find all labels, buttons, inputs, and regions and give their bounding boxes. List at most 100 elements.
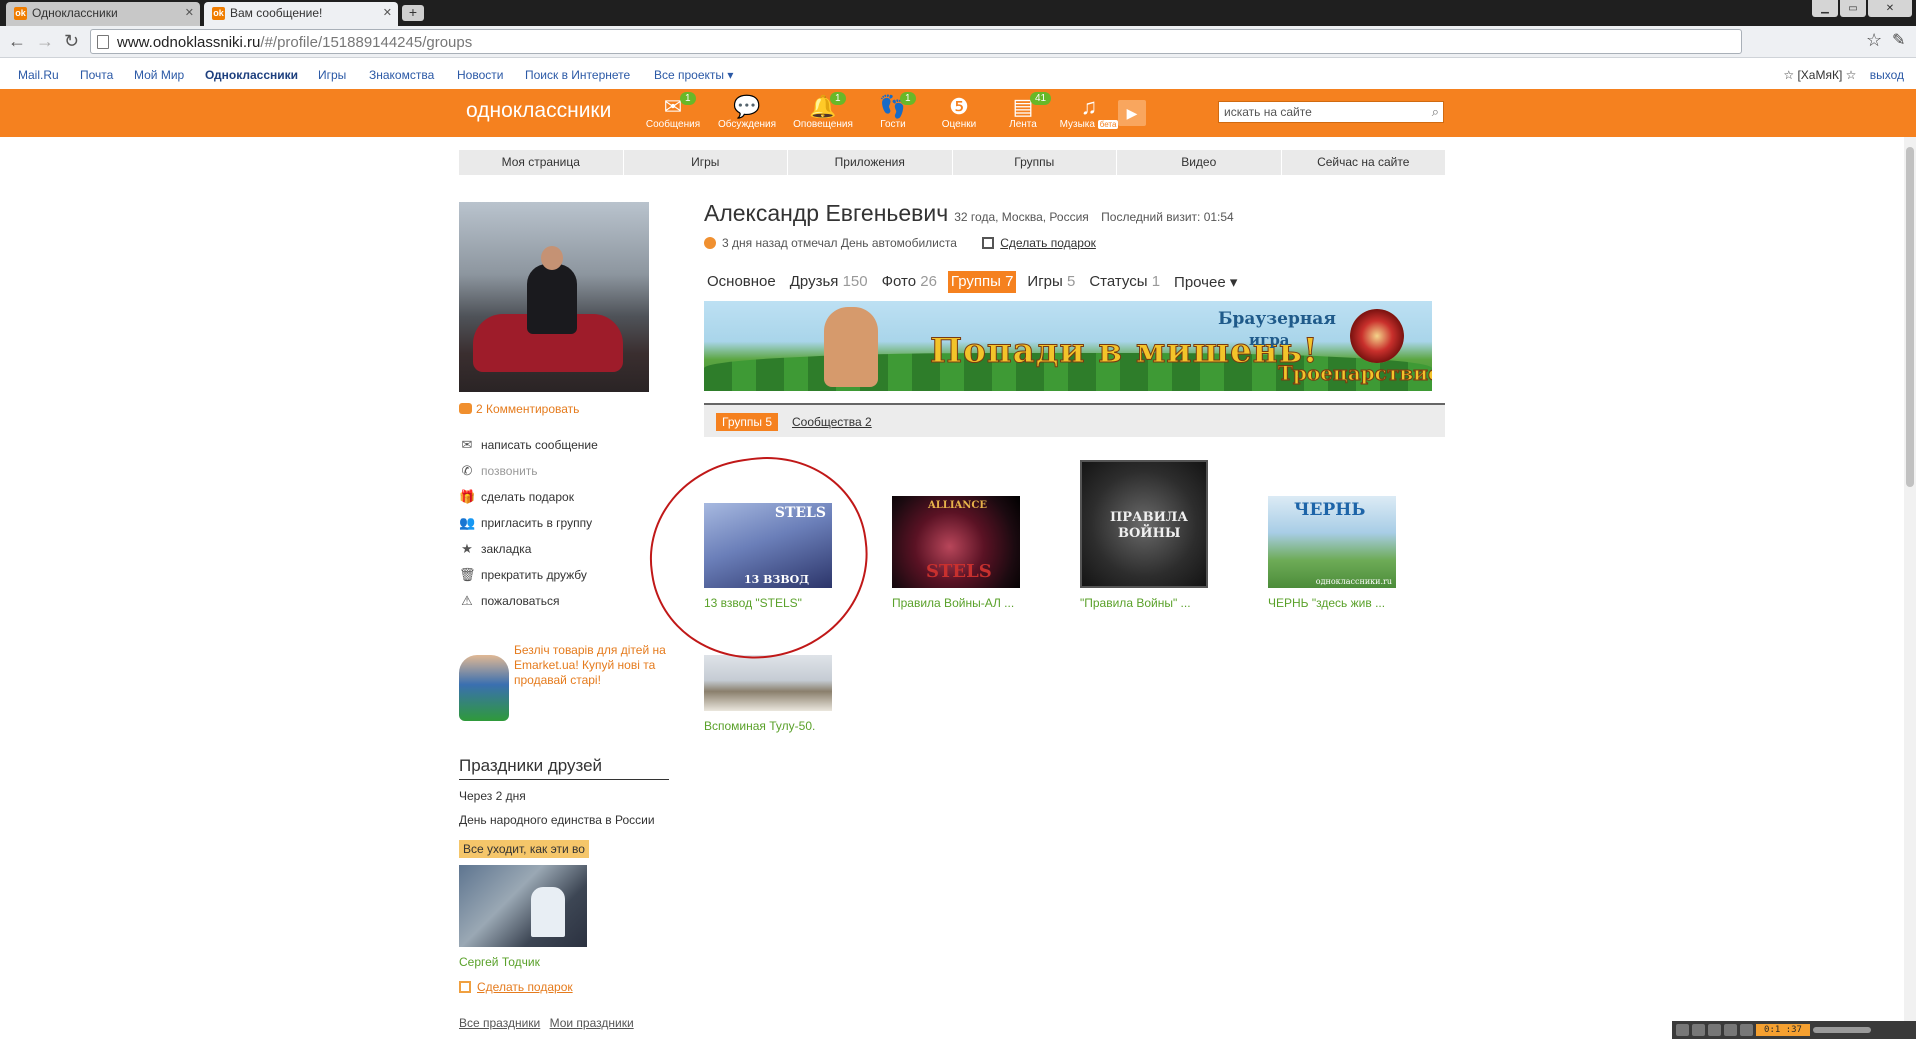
portal-link-myworld[interactable]: Мой Мир	[134, 68, 184, 82]
new-tab-button[interactable]: +	[402, 5, 424, 21]
reload-icon[interactable]: ↻	[64, 32, 79, 50]
thumbnail-caption: ВОЙНЫ	[1118, 526, 1181, 541]
action-invite-to-group[interactable]: 👥 пригласить в группу	[459, 515, 598, 541]
ad-banner[interactable]: Попади в мишень! Браузерная игра Троецар…	[704, 301, 1432, 391]
action-call[interactable]: ✆ позвонить	[459, 463, 598, 489]
portal-link-news[interactable]: Новости	[457, 68, 503, 82]
friend-photo[interactable]	[459, 865, 587, 947]
browser-tab-message[interactable]: ok Вам сообщение! ✕	[204, 2, 398, 26]
portal-link-all-projects[interactable]: Все проекты ▾	[654, 68, 733, 82]
scrollbar-thumb[interactable]	[1906, 147, 1914, 487]
my-holidays-link[interactable]: Мои праздники	[550, 1016, 634, 1030]
address-bar[interactable]: www.odnoklassniki.ru/#/profile/151889144…	[90, 29, 1742, 54]
tab-friends[interactable]: Друзья 150	[787, 271, 871, 293]
holiday-links: Все праздники Мои праздники	[459, 1016, 640, 1030]
action-end-friendship[interactable]: 🗑 прекратить дружбу	[459, 567, 598, 593]
group-thumbnail[interactable]: ПРАВИЛА ВОЙНЫ	[1080, 460, 1208, 588]
search-icon[interactable]: ⌕	[1432, 104, 1439, 120]
portal-link-dating[interactable]: Знакомства	[369, 68, 434, 82]
tab-photos[interactable]: Фото 26	[879, 271, 940, 293]
group-thumbnail[interactable]	[704, 655, 832, 711]
nav-groups[interactable]: Группы	[952, 150, 1116, 175]
group-name[interactable]: Вспоминая Тулу-50.	[704, 719, 815, 733]
profile-photo[interactable]	[459, 202, 649, 392]
make-gift-link[interactable]: Сделать подарок	[982, 236, 1096, 250]
play-icon[interactable]: ▶	[1118, 100, 1146, 126]
tab-statuses[interactable]: Статусы 1	[1086, 271, 1163, 293]
action-label: прекратить дружбу	[481, 568, 587, 582]
group-name[interactable]: Правила Войны-АЛ ...	[892, 596, 1014, 610]
tab-groups[interactable]: Группы 7	[947, 271, 1017, 293]
action-label: позвонить	[481, 464, 538, 478]
logout-link[interactable]: выход	[1870, 68, 1904, 82]
page-scrollbar[interactable]	[1904, 137, 1916, 1039]
portal-link-search[interactable]: Поиск в Интернете	[525, 68, 630, 82]
close-window-icon[interactable]: ✕	[1868, 0, 1912, 17]
holiday-gift-link[interactable]: Сделать подарок	[459, 980, 573, 994]
pause-icon[interactable]	[1708, 1024, 1721, 1036]
stop-icon[interactable]	[1724, 1024, 1737, 1036]
header-music[interactable]: ♫ Музыка бета	[1058, 95, 1120, 130]
sidebar-ad[interactable]: Безліч товарів для дітей на Emarket.ua! …	[459, 643, 679, 723]
group-name[interactable]: ЧЕРНЬ "здесь жив ...	[1268, 596, 1385, 610]
action-report[interactable]: ⚠ пожаловаться	[459, 593, 598, 619]
header-messages[interactable]: ✉ 1 Сообщения	[642, 92, 704, 130]
volume-slider[interactable]	[1813, 1027, 1871, 1033]
site-logo[interactable]: одноклассники	[466, 99, 611, 123]
subtab-groups[interactable]: Группы 5	[716, 413, 778, 431]
close-tab-icon[interactable]: ✕	[383, 6, 392, 19]
holiday-status-badge: Все уходит, как эти во	[459, 840, 589, 858]
prev-icon[interactable]	[1676, 1024, 1689, 1036]
group-name[interactable]: "Правила Войны" ...	[1080, 596, 1191, 610]
portal-link-games[interactable]: Игры	[318, 68, 346, 82]
header-icon-label: Сообщения	[645, 119, 701, 130]
header-notifications[interactable]: 🔔 1 Оповещения	[792, 92, 854, 130]
tab-label: Прочее ▾	[1174, 274, 1238, 291]
last-visit: Последний визит: 01:54	[1101, 210, 1234, 224]
close-tab-icon[interactable]: ✕	[185, 6, 194, 19]
portal-username[interactable]: ☆ [ХаМяК] ☆	[1783, 68, 1856, 82]
gift-icon	[459, 981, 471, 993]
all-holidays-link[interactable]: Все праздники	[459, 1016, 540, 1030]
portal-link-odnoklassniki[interactable]: Одноклассники	[205, 68, 298, 82]
header-feed[interactable]: ▤ 41 Лента	[992, 92, 1054, 130]
portal-link-mailru[interactable]: Mail.Ru	[18, 68, 59, 82]
header-guests[interactable]: 👣 1 Гости	[862, 92, 924, 130]
nav-video[interactable]: Видео	[1117, 150, 1281, 175]
action-make-gift[interactable]: 🎁 сделать подарок	[459, 489, 598, 515]
back-arrow-icon[interactable]: ←	[8, 32, 26, 50]
action-bookmark[interactable]: ★ закладка	[459, 541, 598, 567]
bookmark-star-icon[interactable]: ☆	[1866, 30, 1882, 51]
wrench-icon[interactable]: ✎	[1892, 30, 1905, 50]
nav-online-now[interactable]: Сейчас на сайте	[1281, 150, 1445, 175]
friend-name[interactable]: Сергей Тодчик	[459, 955, 540, 969]
comment-link[interactable]: 2 Комментировать	[459, 402, 579, 416]
group-thumbnail[interactable]: ЧЕРНЬ одноклассники.ru	[1268, 496, 1396, 588]
portal-link-mail[interactable]: Почта	[80, 68, 113, 82]
header-icon-label: Гости	[880, 119, 906, 130]
nav-my-page[interactable]: Моя страница	[459, 150, 623, 175]
subtab-communities[interactable]: Сообщества 2	[786, 413, 878, 431]
profile-header: Александр Евгеньевич 32 года, Москва, Рос…	[704, 200, 1234, 227]
action-write-message[interactable]: ✉ написать сообщение	[459, 437, 598, 463]
browser-tab-odnoklassniki[interactable]: ok Одноклассники ✕	[6, 2, 200, 26]
forward-arrow-icon[interactable]: →	[36, 32, 54, 50]
next-icon[interactable]	[1740, 1024, 1753, 1036]
tab-label: Статусы	[1089, 273, 1148, 290]
warning-icon: ⚠	[461, 593, 473, 608]
tab-games[interactable]: Игры 5	[1024, 271, 1078, 293]
header-discussions[interactable]: 💬 Обсуждения	[716, 95, 778, 131]
minimize-icon[interactable]: ▁	[1812, 0, 1838, 17]
maximize-icon[interactable]: ▭	[1840, 0, 1866, 17]
player-time: 0:1 :37	[1756, 1024, 1810, 1036]
site-search-input[interactable]: искать на сайте ⌕	[1218, 101, 1444, 123]
group-thumbnail[interactable]: ALLIANCE STELS	[892, 496, 1020, 588]
ad-text[interactable]: Безліч товарів для дітей на Emarket.ua! …	[514, 643, 679, 688]
nav-apps[interactable]: Приложения	[788, 150, 952, 175]
play-icon[interactable]	[1692, 1024, 1705, 1036]
make-gift-label: Сделать подарок	[1000, 236, 1096, 250]
nav-games[interactable]: Игры	[623, 150, 787, 175]
tab-main[interactable]: Основное	[704, 271, 779, 293]
tab-other[interactable]: Прочее ▾	[1171, 271, 1240, 293]
header-ratings[interactable]: ❺ Оценки	[928, 95, 990, 131]
